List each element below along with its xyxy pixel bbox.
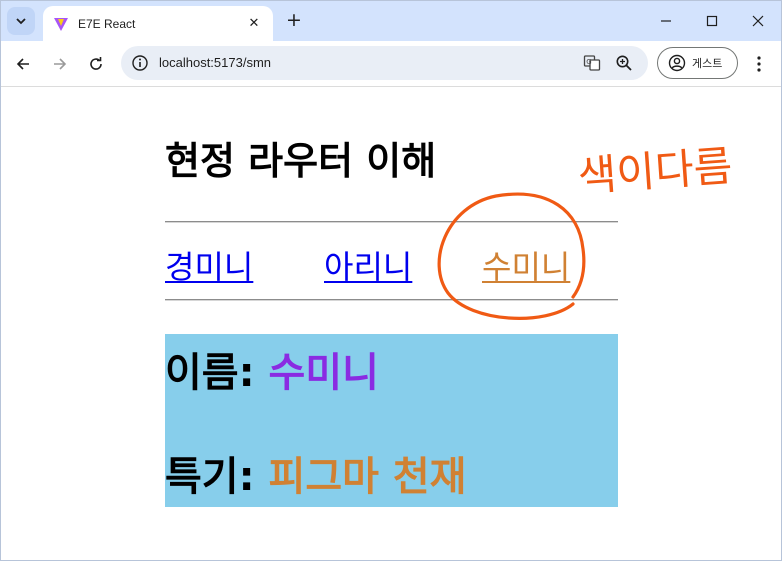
talent-row: 특기: 피그마 천재 (165, 444, 466, 502)
tab-strip: E7E React ✕ + (1, 1, 781, 41)
forward-button[interactable] (48, 52, 72, 76)
name-value: 수미니 (268, 350, 379, 396)
browser-tab[interactable]: E7E React ✕ (43, 6, 273, 41)
minimize-button[interactable] (643, 1, 689, 41)
translate-icon[interactable]: G (583, 54, 601, 72)
name-label: 이름: (165, 350, 255, 396)
profile-label: 게스트 (692, 57, 723, 70)
back-button[interactable] (11, 52, 35, 76)
back-arrow-icon (16, 58, 29, 70)
profile-button[interactable]: 게스트 (657, 47, 738, 79)
tab-title: E7E React (78, 16, 136, 31)
nav-link-kyungmini[interactable]: 경미니 (165, 242, 253, 288)
browser-toolbar: localhost:5173/smn G 게스트 (1, 41, 781, 87)
nav-link-sumini[interactable]: 수미니 (482, 242, 570, 288)
talent-value: 피그마 천재 (268, 454, 467, 500)
svg-text:G: G (586, 58, 591, 66)
zoom-icon[interactable] (615, 54, 633, 72)
url-text[interactable]: localhost:5173/smn (159, 55, 271, 70)
nav-link-arini[interactable]: 아리니 (324, 242, 412, 288)
tab-search-button[interactable] (7, 7, 35, 35)
tab-close-icon[interactable]: ✕ (245, 16, 263, 31)
browser-window: E7E React ✕ + localhost:5173/smn G 게스트 현… (0, 0, 782, 561)
reload-button[interactable] (84, 52, 108, 76)
page-content: 현정 라우터 이해 경미니 아리니 수미니 이름: 수미니 특기: 피그마 천재 (1, 88, 781, 560)
talent-label: 특기: (165, 454, 255, 500)
user-avatar-icon (668, 54, 686, 72)
maximize-icon (706, 15, 718, 27)
page-title: 현정 라우터 이해 (165, 139, 437, 183)
more-vertical-icon (757, 56, 761, 72)
name-row: 이름: 수미니 (165, 340, 379, 398)
divider-bottom (165, 299, 618, 301)
menu-button[interactable] (749, 53, 769, 75)
site-info-icon[interactable] (131, 54, 149, 72)
profile-info-box: 이름: 수미니 특기: 피그마 천재 (165, 334, 618, 507)
forward-arrow-icon (54, 58, 67, 70)
vite-logo-icon (54, 17, 68, 31)
minimize-icon (661, 20, 671, 22)
new-tab-button[interactable]: + (283, 10, 305, 32)
divider-top (165, 221, 618, 223)
close-icon (752, 15, 764, 27)
maximize-button[interactable] (689, 1, 735, 41)
chevron-down-icon (16, 18, 26, 25)
close-window-button[interactable] (735, 1, 781, 41)
window-controls (643, 1, 781, 41)
reload-icon (90, 57, 102, 70)
address-bar[interactable]: localhost:5173/smn G (121, 46, 648, 80)
